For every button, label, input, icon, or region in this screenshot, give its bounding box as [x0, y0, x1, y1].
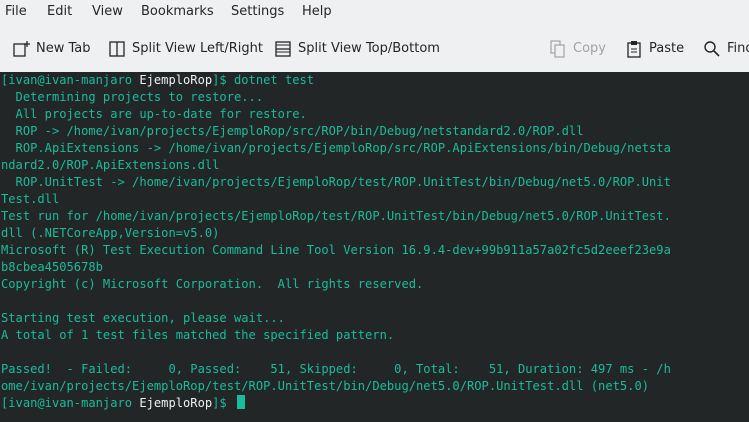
output-line: Microsoft (R) Test Execution Command Lin…	[1, 243, 671, 257]
toolbar: New Tab Split View Left/Right Split View…	[0, 25, 749, 72]
output-line: b8cbea4505678b	[1, 260, 103, 274]
output-line: A total of 1 test files matched the spec…	[1, 328, 395, 342]
menu-settings[interactable]: Settings	[231, 4, 284, 19]
split-top-bottom-label: Split View Top/Bottom	[298, 41, 440, 56]
copy-label: Copy	[573, 41, 606, 56]
menu-bookmarks[interactable]: Bookmarks	[141, 4, 214, 19]
new-tab-icon	[12, 40, 30, 58]
text-cursor	[237, 395, 245, 409]
split-top-bottom-icon	[274, 40, 292, 58]
output-line: Starting test execution, please wait...	[1, 311, 285, 325]
paste-icon	[625, 40, 643, 58]
menu-edit[interactable]: Edit	[47, 4, 72, 19]
output-line: ROP.ApiExtensions -> /home/ivan/projects…	[1, 141, 671, 155]
output-line: Test.dll	[1, 192, 60, 206]
find-label: Find	[727, 41, 749, 56]
split-left-right-button[interactable]: Split View Left/Right	[108, 25, 263, 72]
output-line: All projects are up-to-date for restore.	[1, 107, 307, 121]
search-icon	[703, 40, 721, 58]
find-button[interactable]: Find	[703, 25, 749, 72]
split-left-right-icon	[108, 40, 126, 58]
paste-button[interactable]: Paste	[625, 25, 684, 72]
new-tab-button[interactable]: New Tab	[12, 25, 91, 72]
output-line: Test run for /home/ivan/projects/Ejemplo…	[1, 209, 671, 223]
menu-view[interactable]: View	[92, 4, 123, 19]
new-tab-label: New Tab	[36, 41, 91, 56]
prompt-dir: EjemploRop	[139, 73, 213, 87]
output-line: Passed! - Failed: 0, Passed: 51, Skipped…	[1, 362, 671, 376]
menu-file[interactable]: File	[5, 4, 27, 19]
prompt-end: ]$	[212, 73, 234, 87]
prompt-user: [ivan@ivan-manjaro	[1, 73, 140, 87]
command-text: dotnet test	[234, 73, 315, 87]
output-line: ome/ivan/projects/EjemploRop/test/ROP.Un…	[1, 379, 650, 393]
split-top-bottom-button[interactable]: Split View Top/Bottom	[274, 25, 440, 72]
terminal-view[interactable]: [ivan@ivan-manjaro EjemploRop]$ dotnet t…	[0, 72, 749, 422]
output-line: Copyright (c) Microsoft Corporation. All…	[1, 277, 424, 291]
output-line: ROP.UnitTest -> /home/ivan/projects/Ejem…	[1, 175, 671, 189]
copy-icon	[549, 39, 567, 58]
paste-label: Paste	[649, 41, 685, 56]
output-line: ndard2.0/ROP.ApiExtensions.dll	[1, 158, 220, 172]
prompt-end: ]$	[212, 396, 234, 410]
menu-help[interactable]: Help	[302, 4, 332, 19]
output-line: ROP -> /home/ivan/projects/EjemploRop/sr…	[1, 124, 584, 138]
prompt-dir: EjemploRop	[139, 396, 213, 410]
prompt-line: [ivan@ivan-manjaro EjemploRop]$ dotnet t…	[1, 72, 314, 89]
split-left-right-label: Split View Left/Right	[132, 41, 264, 56]
output-line: Determining projects to restore...	[1, 90, 264, 104]
prompt-line: [ivan@ivan-manjaro EjemploRop]$	[1, 395, 245, 412]
prompt-user: [ivan@ivan-manjaro	[1, 396, 140, 410]
menu-bar: File Edit View Bookmarks Settings Help	[0, 0, 749, 25]
output-line: dll (.NETCoreApp,Version=v5.0)	[1, 226, 220, 240]
copy-button[interactable]: Copy	[549, 25, 606, 72]
